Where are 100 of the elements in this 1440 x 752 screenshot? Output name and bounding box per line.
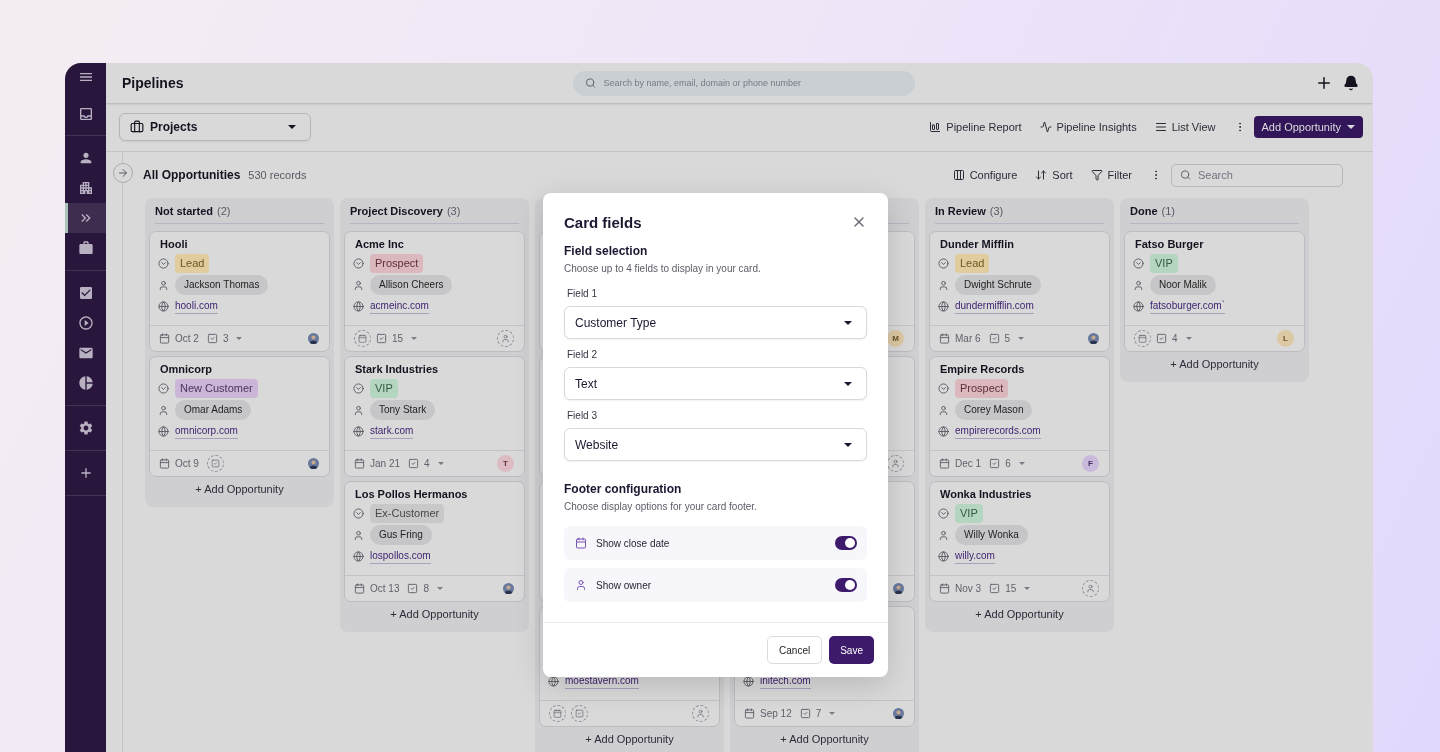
close-date: Oct 13 <box>370 583 400 594</box>
website-link[interactable]: acmeinc.com <box>370 298 429 314</box>
toolbar-link[interactable]: List View <box>1154 121 1216 133</box>
card-title: Hooli <box>159 237 189 252</box>
section-hint: Choose up to 4 fields to display in your card. <box>564 262 762 276</box>
status-tag: VIP <box>1150 253 1178 273</box>
add-opportunity-link[interactable]: + Add Opportunity <box>539 727 720 751</box>
owner-chip: Gus Fring <box>370 525 432 545</box>
add-opportunity-link[interactable]: + Add Opportunity <box>344 602 525 626</box>
website-link[interactable]: fatsoburger.com` <box>1150 298 1226 314</box>
field-select[interactable]: Customer Type <box>564 306 867 339</box>
field-select[interactable]: Website <box>564 428 867 461</box>
card-title: Empire Records <box>939 362 1026 377</box>
status-tag: Prospect <box>370 253 424 273</box>
task-count: 4 <box>424 458 430 469</box>
card-title: Dunder Mifflin <box>939 237 1015 252</box>
status-tag: New Customer <box>175 378 258 398</box>
close-date: Sep 12 <box>760 708 792 719</box>
close-date: Dec 1 <box>955 458 982 469</box>
view-action[interactable]: Sort <box>1035 169 1073 181</box>
opportunity-card[interactable]: Wonka Industries VIP Willy Wonka willy.com Nov 3 15 <box>929 481 1110 602</box>
user-avatar: T <box>497 455 514 472</box>
card-title: Los Pollos Hermanos <box>354 487 469 502</box>
close-date: Nov 3 <box>955 583 982 594</box>
task-count: 15 <box>392 333 404 344</box>
add-opportunity-link[interactable]: + Add Opportunity <box>929 602 1110 626</box>
add-opportunity-link[interactable]: + Add Opportunity <box>149 477 330 501</box>
close-date: Mar 6 <box>955 333 981 344</box>
close-date: Jan 21 <box>370 458 401 469</box>
status-tag: VIP <box>955 503 983 523</box>
opportunity-card[interactable]: Dunder Mifflin Lead Dwight Schrute dundermifflin.com Mar 6 5 <box>929 231 1110 352</box>
toolbar-link[interactable]: Pipeline Report <box>929 121 1022 133</box>
user-avatar: L <box>1277 330 1294 347</box>
field-label: Field 3 <box>566 409 598 423</box>
view-action[interactable]: Filter <box>1090 169 1132 181</box>
section-heading: Footer configuration <box>564 481 683 497</box>
dialog-title: Card fields <box>564 213 642 231</box>
card-title: Stark Industries <box>354 362 440 377</box>
toggle-label: Show close date <box>596 537 671 549</box>
status-tag: Prospect <box>955 378 1009 398</box>
search-field[interactable]: Search by name, email, domain or phone number <box>572 70 915 96</box>
task-count: 8 <box>423 583 430 594</box>
cancel-button[interactable]: Cancel <box>767 636 823 664</box>
owner-chip: Dwight Schrute <box>955 275 1041 295</box>
field-label: Field 1 <box>566 287 598 301</box>
add-opportunity-link[interactable]: + Add Opportunity <box>734 727 915 751</box>
owner-chip: Omar Adams <box>175 400 252 420</box>
column-title: Not started <box>155 205 214 217</box>
owner-chip: Jackson Thomas <box>175 275 269 295</box>
add-opportunity-link[interactable]: + Add Opportunity <box>1124 352 1305 376</box>
section-heading: Field selection <box>564 243 649 259</box>
opportunity-card[interactable]: Stark Industries VIP Tony Stark stark.com Jan 21 4 T <box>344 356 525 477</box>
section-hint: Choose display options for your card footer. <box>564 500 758 514</box>
column-count: (3) <box>446 205 461 217</box>
column-count: (2) <box>217 205 231 217</box>
view-action[interactable]: Configure <box>952 169 1018 181</box>
card-title: Fatso Burger <box>1134 237 1205 252</box>
task-count: 4 <box>1172 333 1178 344</box>
column-count: (3) <box>989 205 1004 217</box>
website-link[interactable]: willy.com <box>955 548 995 564</box>
toolbar-link[interactable]: Pipeline Insights <box>1039 121 1137 133</box>
website-link[interactable]: lospollos.com <box>370 548 431 564</box>
pipeline-dropdown[interactable]: Projects <box>119 113 311 141</box>
owner-chip: Corey Mason <box>955 400 1033 420</box>
add-opportunity-button[interactable]: Add Opportunity <box>1253 116 1363 138</box>
column-count: (1) <box>1161 205 1175 217</box>
task-count: 7 <box>815 708 822 719</box>
record-count: 530 records <box>248 169 307 181</box>
status-tag: Ex-Customer <box>370 503 445 523</box>
task-count: 5 <box>1004 333 1011 344</box>
task-count: 15 <box>1005 583 1017 594</box>
website-link[interactable]: omnicorp.com <box>175 423 238 439</box>
owner-chip: Noor Malik <box>1150 275 1216 295</box>
close-date: Oct 2 <box>175 333 199 344</box>
field-label: Field 2 <box>566 348 598 362</box>
opportunity-card[interactable]: Fatso Burger VIP Noor Malik fatsoburger.com` 4 L <box>1124 231 1305 352</box>
task-count: 6 <box>1005 458 1011 469</box>
website-link[interactable]: stark.com <box>370 423 414 439</box>
opportunity-card[interactable]: Hooli Lead Jackson Thomas hooli.com Oct 2 3 <box>149 231 330 352</box>
website-link[interactable]: dundermifflin.com <box>955 298 1034 314</box>
owner-chip: Allison Cheers <box>370 275 453 295</box>
view-title: All Opportunities <box>143 168 241 182</box>
task-count: 3 <box>222 333 229 344</box>
user-avatar: F <box>1082 455 1099 472</box>
website-link[interactable]: empirerecords.com <box>955 423 1041 439</box>
website-link[interactable]: hooli.com <box>175 298 218 314</box>
opportunity-card[interactable]: Empire Records Prospect Corey Mason empirerecords.com Dec 1 6 F <box>929 356 1110 477</box>
owner-chip: Willy Wonka <box>955 525 1028 545</box>
field-select[interactable]: Text <box>564 367 867 400</box>
owner-chip: Tony Stark <box>370 400 436 420</box>
save-button[interactable]: Save <box>829 636 874 664</box>
opportunity-card[interactable]: Los Pollos Hermanos Ex-Customer Gus Fring lospollos.com Oct 13 8 <box>344 481 525 602</box>
card-title: Omnicorp <box>159 362 213 377</box>
search-field[interactable]: Search <box>1171 163 1343 187</box>
column-title: Done <box>1130 205 1158 217</box>
status-tag: Lead <box>955 253 990 273</box>
close-date: Oct 9 <box>175 458 199 469</box>
opportunity-card[interactable]: Acme Inc Prospect Allison Cheers acmeinc.com 15 <box>344 231 525 352</box>
card-title: Acme Inc <box>354 237 405 252</box>
opportunity-card[interactable]: Omnicorp New Customer Omar Adams omnicorp.com Oct 9 <box>149 356 330 477</box>
